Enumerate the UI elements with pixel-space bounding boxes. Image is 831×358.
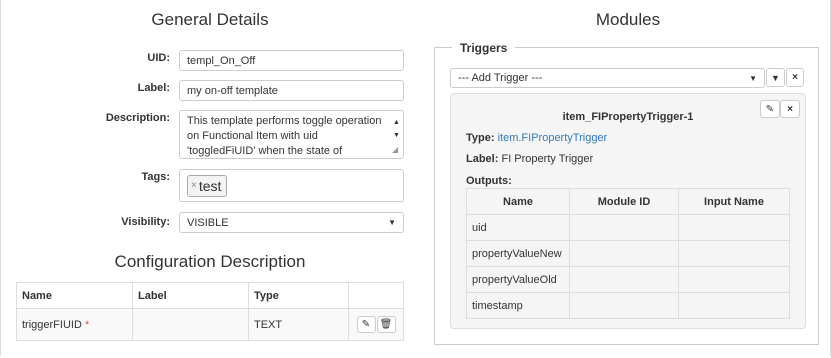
config-cell-type: TEXT (248, 308, 349, 341)
config-cell-name: triggerFIUID * (16, 308, 133, 341)
edit-button[interactable]: ✎ (356, 316, 376, 333)
uid-label: UID: (147, 52, 170, 64)
outputs-header-module-id: Module ID (569, 188, 679, 215)
description-text: This template performs toggle operation … (187, 115, 382, 157)
type-value: item.FIPropertyTrigger (497, 132, 608, 144)
delete-button[interactable]: 🗑 (376, 316, 396, 333)
outputs-label: Outputs: (466, 175, 512, 187)
pencil-icon: ✎ (361, 319, 371, 330)
trigger-type-line: Type: item.FIPropertyTrigger (466, 132, 607, 144)
filter-button[interactable]: ▼ (766, 68, 785, 87)
config-header-type: Type (248, 282, 349, 309)
config-title: Configuration Description (114, 252, 306, 271)
label-label: Label: (137, 82, 170, 94)
table-row: uid (466, 214, 790, 241)
label-value: FI Property Trigger (501, 153, 594, 165)
description-label: Description: (105, 112, 170, 124)
label-input[interactable]: my on-off template (179, 80, 404, 101)
clear-button[interactable]: × (786, 68, 804, 87)
general-details-title: General Details (151, 10, 269, 29)
trigger-title: item_FIPropertyTrigger-1 (562, 111, 694, 123)
config-cell-label (132, 308, 249, 341)
table-row: propertyValueNew (466, 240, 790, 267)
label-label: Label: (466, 153, 499, 165)
output-input-name (678, 214, 790, 241)
close-icon: × (787, 103, 793, 115)
trigger-label-line: Label: FI Property Trigger (466, 153, 593, 165)
output-module-id (569, 240, 679, 267)
output-name: propertyValueOld (466, 266, 570, 293)
table-row: triggerFIUID * TEXT ✎ 🗑 (16, 308, 404, 341)
config-cell-actions: ✎ 🗑 (348, 308, 404, 341)
chevron-down-icon: ▼ (749, 73, 757, 83)
description-scrollbar[interactable]: ▲ ▼ ◢ (391, 111, 403, 158)
outputs-header-input-name: Input Name (678, 188, 790, 215)
uid-input[interactable]: templ_On_Off (179, 50, 404, 71)
outputs-header-name: Name (466, 188, 570, 215)
tag-chip: × test (187, 174, 228, 197)
output-input-name (678, 266, 790, 293)
outputs-table: Name Module ID Input Name uid propertyVa… (466, 188, 790, 319)
config-name-text: triggerFIUID (22, 318, 82, 331)
output-input-name (678, 292, 790, 319)
pencil-icon: ✎ (765, 103, 775, 115)
chevron-down-icon: ▼ (388, 218, 396, 227)
close-icon: × (792, 72, 798, 83)
table-row: propertyValueOld (466, 266, 790, 293)
visibility-label: Visibility: (121, 216, 170, 228)
outputs-header-row: Name Module ID Input Name (466, 188, 790, 215)
trigger-edit-button[interactable]: ✎ (760, 100, 780, 118)
output-input-name (678, 240, 790, 267)
description-textarea[interactable]: This template performs toggle operation … (179, 110, 404, 159)
scroll-down-icon[interactable]: ▼ (393, 128, 400, 143)
tag-text: test (198, 177, 222, 194)
config-header-actions (348, 282, 404, 309)
trigger-delete-button[interactable]: × (780, 100, 800, 118)
triggers-legend: Triggers (452, 41, 516, 55)
output-name: propertyValueNew (466, 240, 570, 267)
tags-label: Tags: (141, 171, 170, 183)
output-module-id (569, 214, 679, 241)
output-module-id (569, 266, 679, 293)
add-trigger-select[interactable]: --- Add Trigger --- ▼ (450, 68, 765, 88)
config-header-name: Name (16, 282, 133, 309)
table-row: timestamp (466, 292, 790, 319)
config-header-row: Name Label Type (16, 282, 404, 309)
tags-input[interactable]: × test (179, 169, 404, 202)
visibility-select[interactable]: VISIBLE ▼ (179, 212, 404, 233)
resize-handle-icon[interactable]: ◢ (392, 142, 398, 157)
add-trigger-text: --- Add Trigger --- (458, 72, 543, 84)
visibility-value: VISIBLE (187, 216, 229, 229)
modules-title: Modules (595, 10, 661, 29)
required-mark: * (84, 318, 90, 331)
trash-icon: 🗑 (379, 319, 393, 330)
output-name: timestamp (466, 292, 570, 319)
type-label: Type: (466, 132, 495, 144)
output-module-id (569, 292, 679, 319)
filter-icon: ▼ (771, 72, 780, 83)
config-table: Name Label Type triggerFIUID * TEXT ✎ 🗑 (16, 282, 404, 341)
output-name: uid (466, 214, 570, 241)
tag-remove-icon[interactable]: × (191, 180, 197, 191)
config-header-label: Label (132, 282, 249, 309)
